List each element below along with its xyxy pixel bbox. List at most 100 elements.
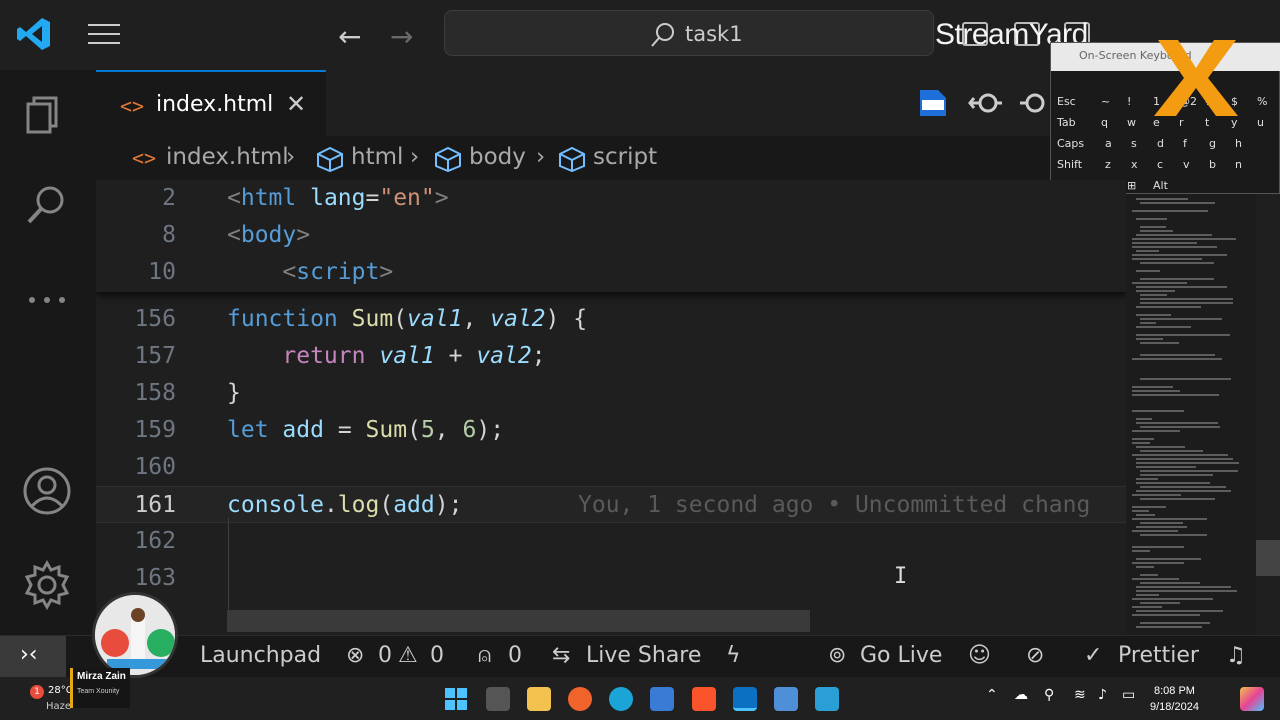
- line-number: 160: [134, 454, 176, 480]
- osk-key[interactable]: !: [1127, 93, 1131, 111]
- osk-key[interactable]: x: [1131, 156, 1138, 174]
- minimap[interactable]: [1126, 180, 1256, 635]
- prettier-check-icon[interactable]: ✓: [1084, 643, 1102, 668]
- prettier-button[interactable]: Prettier: [1118, 643, 1199, 668]
- brave-icon[interactable]: [692, 687, 716, 711]
- php-preview-icon[interactable]: [918, 88, 950, 118]
- osk-key[interactable]: d: [1157, 135, 1164, 153]
- osk-key[interactable]: z: [1105, 156, 1111, 174]
- launchpad-button[interactable]: Launchpad: [200, 643, 321, 668]
- code-line[interactable]: 163: [96, 560, 1126, 597]
- wifi-icon[interactable]: ≋: [1074, 687, 1086, 703]
- code-line[interactable]: 162: [96, 523, 1126, 560]
- horizontal-scrollbar[interactable]: [227, 610, 810, 632]
- warning-count[interactable]: 0: [430, 643, 444, 668]
- osk-key[interactable]: Tab: [1057, 114, 1076, 132]
- osk-key[interactable]: Shift: [1057, 156, 1082, 174]
- weather-widget[interactable]: 1 28°C Haze: [16, 683, 76, 717]
- warning-icon[interactable]: ⚠: [398, 643, 418, 668]
- go-live-button[interactable]: Go Live: [860, 643, 942, 668]
- copilot-icon[interactable]: ☺: [968, 643, 991, 668]
- remote-desktop-icon[interactable]: [774, 687, 798, 711]
- osk-key[interactable]: s: [1131, 135, 1137, 153]
- error-count[interactable]: 0: [378, 643, 392, 668]
- sticky-line[interactable]: 8 <body>: [96, 217, 1126, 254]
- osk-key[interactable]: b: [1209, 156, 1216, 174]
- chevron-right-icon: ›: [536, 144, 546, 170]
- osk-key[interactable]: f: [1183, 135, 1187, 153]
- code-line[interactable]: 158 }: [96, 375, 1126, 412]
- breadcrumb-item-body[interactable]: body: [469, 144, 526, 170]
- settings-gear-icon[interactable]: [22, 560, 72, 610]
- back-arrow-icon[interactable]: ←: [338, 20, 361, 53]
- task-view-icon[interactable]: [486, 687, 510, 711]
- edge-icon[interactable]: [609, 687, 633, 711]
- tab-index-html[interactable]: <> index.html ✕: [96, 70, 326, 136]
- ports-icon[interactable]: ⍝: [478, 643, 491, 668]
- osk-key[interactable]: h: [1235, 135, 1242, 153]
- osk-key-row: Shift z x c v b n: [1055, 156, 1277, 174]
- more-icon[interactable]: [22, 275, 72, 325]
- notifications-bell-icon[interactable]: ♫: [1226, 643, 1246, 668]
- osk-key[interactable]: n: [1235, 156, 1242, 174]
- menu-icon[interactable]: [88, 24, 120, 46]
- git-compare-icon[interactable]: [968, 88, 1004, 118]
- sticky-line[interactable]: 10 <script>: [96, 254, 1126, 291]
- code-editor[interactable]: 2 <html lang="en"> 8 <body> 10 <script> …: [96, 180, 1126, 635]
- sync-disabled-icon[interactable]: ⊘: [1026, 643, 1044, 668]
- osk-key[interactable]: Esc: [1057, 93, 1076, 111]
- live-share-button[interactable]: Live Share: [586, 643, 701, 668]
- osk-key[interactable]: ⊞: [1127, 177, 1136, 195]
- command-center-search[interactable]: task1: [444, 10, 934, 56]
- osk-key[interactable]: a: [1105, 135, 1112, 153]
- remote-indicator[interactable]: ›‹: [0, 636, 66, 678]
- code-line[interactable]: 160: [96, 449, 1126, 486]
- onedrive-icon[interactable]: ☁: [1014, 687, 1028, 703]
- osk-key[interactable]: g: [1209, 135, 1216, 153]
- code-line[interactable]: 156 function Sum(val1, val2) {: [96, 301, 1126, 338]
- breadcrumb-item-html[interactable]: html: [351, 144, 403, 170]
- file-explorer-icon[interactable]: [527, 687, 551, 711]
- osk-key[interactable]: %: [1257, 93, 1267, 111]
- microphone-icon[interactable]: ⚲: [1044, 687, 1054, 703]
- account-icon[interactable]: [22, 466, 72, 516]
- live-share-icon[interactable]: ⇆: [552, 643, 570, 668]
- search-icon[interactable]: [22, 180, 72, 230]
- scrollbar-thumb[interactable]: [1256, 540, 1280, 576]
- osk-key[interactable]: q: [1101, 114, 1108, 132]
- osk-key[interactable]: u: [1257, 114, 1264, 132]
- copilot-taskbar-icon[interactable]: [1240, 687, 1264, 711]
- lightning-icon[interactable]: ϟ: [726, 643, 741, 668]
- go-live-icon[interactable]: ⊚: [828, 643, 846, 668]
- sticky-line[interactable]: 2 <html lang="en">: [96, 180, 1126, 217]
- close-tab-icon[interactable]: ✕: [286, 90, 306, 118]
- notepad-icon[interactable]: [815, 687, 839, 711]
- code-line[interactable]: 159 let add = Sum(5, 6);: [96, 412, 1126, 449]
- ports-count[interactable]: 0: [508, 643, 522, 668]
- osk-key[interactable]: ~: [1101, 93, 1110, 111]
- battery-icon[interactable]: ▭: [1122, 687, 1135, 703]
- osk-key[interactable]: v: [1183, 156, 1190, 174]
- explorer-icon[interactable]: [22, 88, 72, 138]
- sticky-scroll[interactable]: 2 <html lang="en"> 8 <body> 10 <script>: [96, 180, 1126, 292]
- forward-arrow-icon[interactable]: →: [390, 20, 413, 53]
- osk-key[interactable]: c: [1157, 156, 1163, 174]
- osk-key[interactable]: Alt: [1153, 177, 1168, 195]
- store-icon[interactable]: [650, 687, 674, 711]
- volume-icon[interactable]: ♪: [1098, 687, 1107, 703]
- vscode-logo-icon[interactable]: [16, 16, 52, 52]
- breadcrumb-item-script[interactable]: script: [593, 144, 657, 170]
- vscode-taskbar-icon[interactable]: [733, 687, 757, 711]
- tray-chevron-icon[interactable]: ⌃: [986, 687, 998, 703]
- taskbar-clock[interactable]: 8:08 PM 9/18/2024: [1150, 683, 1199, 715]
- postman-icon[interactable]: [568, 687, 592, 711]
- osk-key[interactable]: w: [1127, 114, 1136, 132]
- code-line[interactable]: 157 return val1 + val2;: [96, 338, 1126, 375]
- error-icon[interactable]: ⊗: [346, 643, 364, 668]
- osk-key[interactable]: Caps: [1057, 135, 1084, 153]
- git-commit-icon[interactable]: [1020, 88, 1050, 118]
- start-windows-icon[interactable]: [444, 687, 468, 711]
- activity-bar: [0, 70, 96, 635]
- current-code-line[interactable]: 161 console.log(add); You, 1 second ago …: [96, 486, 1126, 523]
- breadcrumb-item-file[interactable]: index.html: [166, 144, 289, 170]
